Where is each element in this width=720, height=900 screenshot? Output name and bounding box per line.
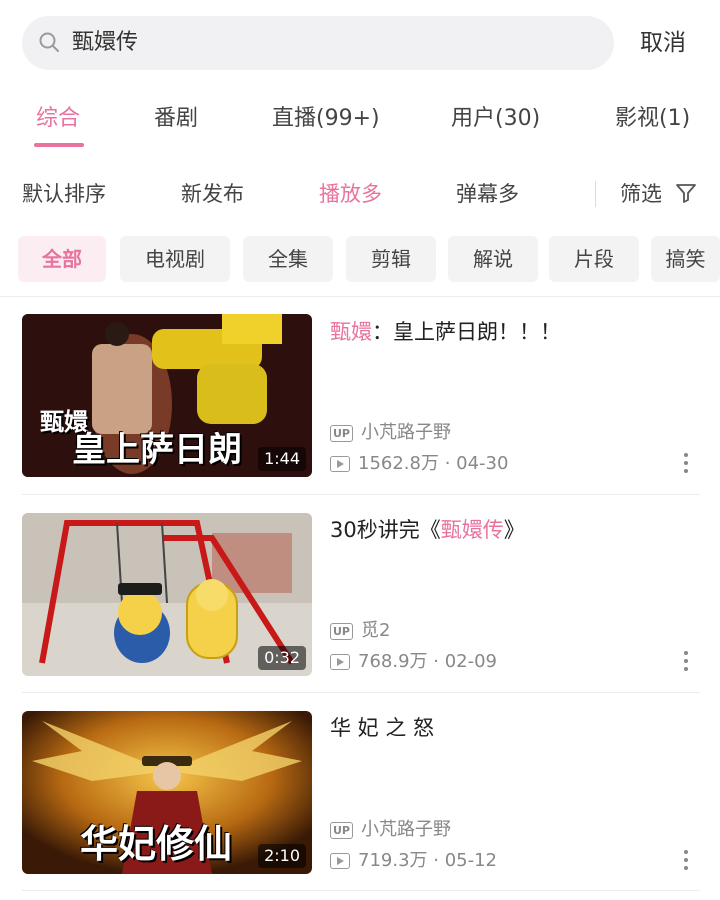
- title-keyword-highlight: 甄嬛: [330, 320, 372, 344]
- sort-default[interactable]: 默认排序: [22, 178, 106, 210]
- video-title[interactable]: 华 妃 之 怒: [330, 712, 434, 744]
- title-text: 30秒讲完《: [330, 518, 441, 542]
- sort-newest[interactable]: 新发布: [181, 178, 244, 210]
- tab-film[interactable]: 影视(1): [615, 102, 690, 136]
- title-text: 》: [503, 518, 525, 542]
- thumbnail-caption: 华妃修仙: [80, 821, 233, 866]
- search-input[interactable]: 甄嬛传: [72, 28, 138, 58]
- play-count-icon: [330, 456, 350, 472]
- uploader-name: 觅2: [361, 620, 391, 641]
- chip-edits[interactable]: 剪辑: [346, 236, 436, 282]
- more-options-icon[interactable]: [678, 648, 694, 676]
- uploader-name: 小芃路子野: [361, 422, 451, 443]
- video-title[interactable]: 30秒讲完《甄嬛传》: [330, 514, 525, 546]
- up-icon: UP: [330, 821, 353, 839]
- more-options-icon[interactable]: [678, 450, 694, 478]
- uploader-row[interactable]: UP 小芃路子野: [330, 420, 451, 446]
- uploader-row[interactable]: UP 小芃路子野: [330, 817, 451, 843]
- video-duration: 2:10: [258, 844, 306, 868]
- tab-overall[interactable]: 综合: [36, 102, 80, 136]
- video-thumbnail[interactable]: 甄嬛 皇上萨日朗 1:44: [22, 314, 312, 477]
- filter-icon[interactable]: [675, 182, 697, 204]
- play-count-date: 768.9万 · 02-09: [358, 651, 497, 672]
- active-tab-indicator: [34, 143, 84, 147]
- play-count-icon: [330, 654, 350, 670]
- video-thumbnail[interactable]: 华妃修仙 2:10: [22, 711, 312, 874]
- title-text: ：皇上萨日朗！！！: [372, 320, 561, 344]
- video-title[interactable]: 甄嬛：皇上萨日朗！！！: [330, 316, 561, 348]
- video-duration: 0:32: [258, 646, 306, 670]
- sort-divider: [595, 181, 596, 207]
- play-count-date: 1562.8万 · 04-30: [358, 453, 509, 474]
- tab-users[interactable]: 用户(30): [451, 102, 540, 136]
- cancel-button[interactable]: 取消: [640, 26, 686, 60]
- video-thumbnail[interactable]: 0:32: [22, 513, 312, 676]
- chip-tv-series[interactable]: 电视剧: [120, 236, 230, 282]
- sort-most-danmaku[interactable]: 弹幕多: [456, 178, 519, 210]
- more-options-icon[interactable]: [678, 847, 694, 875]
- tab-anime[interactable]: 番剧: [154, 102, 198, 136]
- stats-row: 719.3万 · 05-12: [330, 848, 497, 874]
- play-count-date: 719.3万 · 05-12: [358, 850, 497, 871]
- up-icon: UP: [330, 622, 353, 640]
- divider: [0, 296, 720, 297]
- stats-row: 768.9万 · 02-09: [330, 649, 497, 675]
- video-duration: 1:44: [258, 447, 306, 471]
- chip-all[interactable]: 全部: [18, 236, 106, 282]
- chip-funny[interactable]: 搞笑: [651, 236, 720, 282]
- thumbnail-caption: 皇上萨日朗: [72, 430, 242, 470]
- filter-button[interactable]: 筛选: [620, 178, 662, 210]
- stats-row: 1562.8万 · 04-30: [330, 451, 508, 477]
- uploader-name: 小芃路子野: [361, 819, 451, 840]
- row-divider: [22, 692, 700, 693]
- chip-commentary[interactable]: 解说: [448, 236, 538, 282]
- chip-clips[interactable]: 片段: [549, 236, 639, 282]
- row-divider: [22, 494, 700, 495]
- chip-full-episodes[interactable]: 全集: [243, 236, 333, 282]
- play-count-icon: [330, 853, 350, 869]
- up-icon: UP: [330, 424, 353, 442]
- tab-live[interactable]: 直播(99+): [272, 102, 380, 136]
- uploader-row[interactable]: UP 觅2: [330, 618, 390, 644]
- row-divider: [22, 890, 700, 891]
- sort-most-played[interactable]: 播放多: [319, 178, 382, 210]
- search-icon: [39, 32, 59, 52]
- title-keyword-highlight: 甄嬛传: [440, 518, 504, 542]
